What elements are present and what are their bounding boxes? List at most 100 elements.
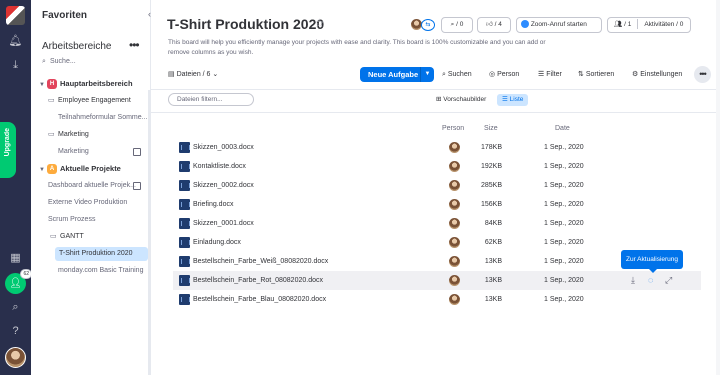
bell-icon[interactable]: 🔔︎ [8, 34, 23, 49]
board-description[interactable]: This board will help you efficiently man… [168, 38, 548, 57]
help-icon[interactable]: ? [8, 324, 23, 339]
person-avatar[interactable] [449, 199, 460, 210]
tree-label: Externe Video Produktion [48, 199, 128, 206]
view-list[interactable]: ☰ Liste [497, 94, 529, 106]
sort-icon: ⇅ [578, 71, 584, 78]
folder-icon: ▭ [48, 97, 55, 104]
word-file-icon [179, 180, 190, 191]
search-icon[interactable]: ⌕ [8, 300, 23, 315]
tree-label: GANTT [60, 233, 84, 240]
file-row[interactable]: Einladung.docx 62KB 1 Sep., 2020 [173, 233, 701, 252]
more-options-button[interactable]: ••• [694, 66, 711, 83]
file-name[interactable]: Einladung.docx [193, 233, 241, 252]
person-avatar[interactable] [449, 275, 460, 286]
activity-button[interactable]: ⌕ / 0 [441, 17, 473, 33]
file-row[interactable]: Skizzen_0003.docx 178KB 1 Sep., 2020 [173, 138, 701, 157]
updates-count: 4 [498, 21, 502, 28]
file-size: 192KB [480, 163, 502, 170]
filter-button[interactable]: ☰ Filter [538, 69, 562, 81]
gear-icon: ⚙ [632, 71, 639, 78]
star-icon[interactable]: ☆ [314, 16, 325, 30]
file-name[interactable]: Briefing.docx [193, 195, 233, 214]
file-name[interactable]: Bestellschein_Farbe_Blau_08082020.docx [193, 290, 326, 309]
tree-label: Marketing [58, 131, 89, 138]
settings-label: Einstellungen [640, 71, 683, 78]
user-avatar[interactable] [5, 347, 26, 368]
update-tooltip: Zur Aktualisierung [621, 250, 683, 273]
updates-button[interactable]: 👍︎ / 4 [477, 17, 511, 33]
person-avatar[interactable] [449, 237, 460, 248]
invite-members-button[interactable]: 👤︎ 62 [5, 269, 32, 294]
file-row[interactable]: Skizzen_0002.docx 285KB 1 Sep., 2020 [173, 176, 701, 195]
search-label: Suchen [447, 71, 472, 78]
file-name[interactable]: Skizzen_0001.docx [193, 214, 254, 233]
column-header-date[interactable]: Date [555, 125, 570, 132]
file-row[interactable]: Briefing.docx 156KB 1 Sep., 2020 [173, 195, 701, 214]
file-size: 285KB [480, 182, 502, 189]
thumbs-up-icon: 👍︎ [486, 21, 493, 28]
file-name[interactable]: Skizzen_0003.docx [193, 138, 254, 157]
file-name[interactable]: Bestellschein_Farbe_Rot_08082020.docx [193, 271, 323, 290]
zoom-call-button[interactable]: Zoom-Anruf starten [516, 17, 602, 33]
comment-icon[interactable]: ◌ [648, 274, 653, 287]
file-date: 1 Sep., 2020 [544, 296, 584, 303]
settings-button[interactable]: ⚙ Einstellungen [632, 69, 682, 81]
file-name[interactable]: Bestellschein_Farbe_Weiß_08082020.docx [193, 252, 328, 271]
person-avatar[interactable] [449, 180, 460, 191]
workspace-name: Hauptarbeitsbereich [60, 79, 133, 88]
file-size: 13KB [484, 296, 502, 303]
board-title[interactable]: T-Shirt Produktion 2020 [167, 16, 324, 32]
workspace-name: Aktuelle Projekte [60, 164, 121, 173]
download-icon[interactable]: ⤓ [631, 274, 635, 287]
view-thumbnails[interactable]: ⊞ Vorschaubilder [436, 94, 486, 106]
file-row-hovered[interactable]: Bestellschein_Farbe_Rot_08082020.docx 13… [173, 271, 701, 290]
workspace-badge: A [47, 164, 57, 175]
tree-label: Dashboard aktuelle Projek... [48, 182, 136, 189]
workspace-search[interactable]: ⌕ Suche... [42, 58, 142, 70]
upgrade-button[interactable]: Upgrade [0, 122, 16, 178]
tree-board-tshirt-produktion[interactable]: T-Shirt Produktion 2020 [55, 247, 148, 261]
files-icon: ▤ [168, 71, 175, 78]
file-row[interactable]: Bestellschein_Farbe_Blau_08082020.docx 1… [173, 290, 701, 309]
person-avatar[interactable] [449, 218, 460, 229]
word-file-icon [179, 237, 190, 248]
main-scrollbar[interactable] [716, 0, 720, 375]
person-avatar[interactable] [449, 161, 460, 172]
members-icon: 👥︎ [614, 21, 623, 28]
person-avatar[interactable] [449, 142, 460, 153]
board-icon [133, 182, 141, 190]
invite-member-icon[interactable]: ⇆ [421, 19, 435, 31]
file-row[interactable]: Kontaktliste.docx 192KB 1 Sep., 2020 [173, 157, 701, 176]
file-date: 1 Sep., 2020 [544, 144, 584, 151]
upgrade-label: Upgrade [4, 128, 11, 157]
file-name[interactable]: Kontaktliste.docx [193, 157, 246, 176]
files-label: Dateien [176, 71, 201, 78]
expand-icon[interactable]: ⤢ [665, 274, 672, 287]
workspace-badge: H [47, 79, 57, 90]
calendar-icon[interactable]: ▦ [8, 251, 23, 266]
members-activities-button[interactable]: 👥︎ / 1 Aktivitäten / 0 [607, 17, 691, 33]
person-filter-button[interactable]: ◎ Person [489, 69, 519, 81]
activities-label: Aktivitäten / 0 [644, 21, 684, 28]
files-filter-input[interactable]: Dateien filtern... [168, 93, 254, 106]
new-task-button[interactable]: Neue Aufgabe ▼ [360, 67, 434, 82]
workspaces-menu-icon[interactable]: ••• [129, 38, 140, 52]
app-logo[interactable] [6, 6, 25, 25]
search-button[interactable]: ⌕ Suchen [442, 69, 472, 81]
divider [151, 89, 720, 90]
file-name[interactable]: Skizzen_0002.docx [193, 176, 254, 195]
chevron-down-icon[interactable]: ▼ [420, 67, 434, 82]
files-view-selector[interactable]: ▤ Dateien / 6 ⌄ [168, 69, 218, 81]
folder-icon: ▭ [50, 233, 57, 240]
sort-label: Sortieren [585, 71, 615, 78]
column-header-size[interactable]: Size [484, 125, 498, 132]
person-avatar[interactable] [449, 256, 460, 267]
column-header-person[interactable]: Person [442, 125, 464, 132]
inbox-icon[interactable]: ⤓ [8, 58, 23, 73]
file-row[interactable]: Skizzen_0001.docx 84KB 1 Sep., 2020 [173, 214, 701, 233]
favorites-title[interactable]: Favoriten [42, 10, 87, 21]
main-area: T-Shirt Produktion 2020 ☆ This board wil… [151, 0, 720, 375]
sort-button[interactable]: ⇅ Sortieren [578, 69, 614, 81]
person-avatar[interactable] [449, 294, 460, 305]
add-user-icon: 👤︎ [9, 278, 22, 289]
